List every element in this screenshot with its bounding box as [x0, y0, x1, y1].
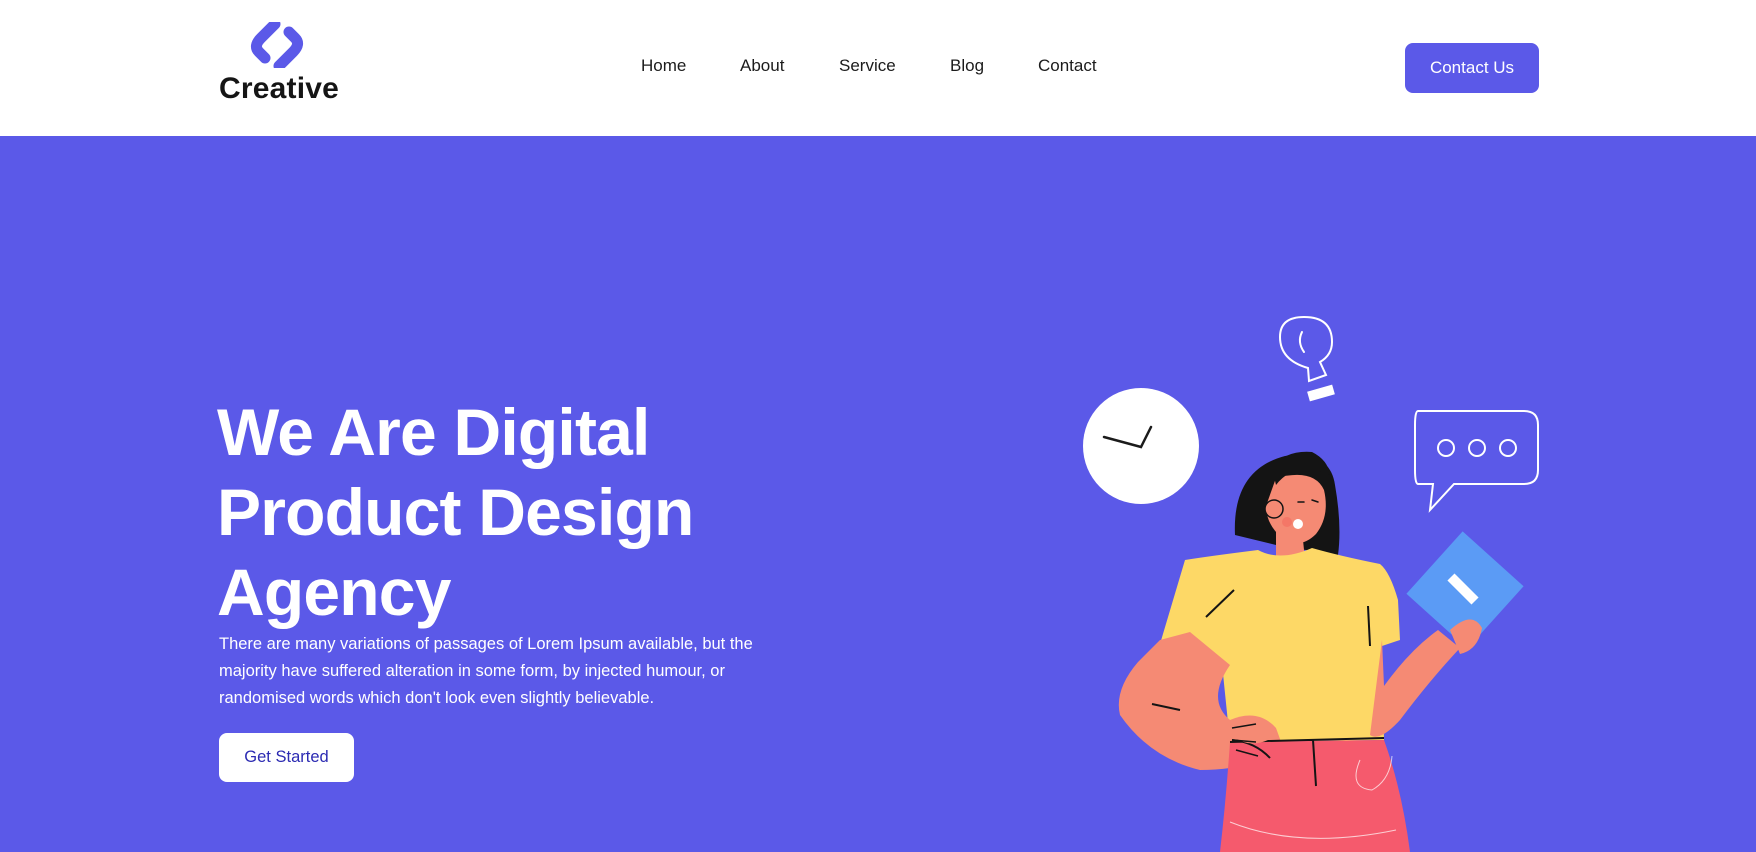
- get-started-button[interactable]: Get Started: [219, 733, 354, 782]
- logo[interactable]: Creative: [219, 22, 349, 112]
- clock-icon: [1083, 388, 1199, 504]
- site-header: Creative Home About Service Blog Contact…: [0, 0, 1756, 136]
- woman-figure: [1118, 451, 1524, 852]
- hero-illustration: [1083, 315, 1539, 852]
- contact-us-button[interactable]: Contact Us: [1405, 43, 1539, 93]
- link-chain-logo-icon: [250, 22, 304, 68]
- nav-item-blog[interactable]: Blog: [950, 56, 984, 76]
- nav-item-about[interactable]: About: [740, 56, 784, 76]
- lightbulb-icon: [1278, 315, 1335, 402]
- brand-name: Creative: [219, 72, 340, 105]
- hero-title: We Are Digital Product Design Agency: [217, 395, 694, 629]
- chat-bubble-icon: [1414, 410, 1539, 513]
- hero-description: There are many variations of passages of…: [219, 635, 753, 707]
- nav-item-service[interactable]: Service: [839, 56, 896, 76]
- nav-item-contact[interactable]: Contact: [1038, 56, 1097, 76]
- nav-item-home[interactable]: Home: [641, 56, 686, 76]
